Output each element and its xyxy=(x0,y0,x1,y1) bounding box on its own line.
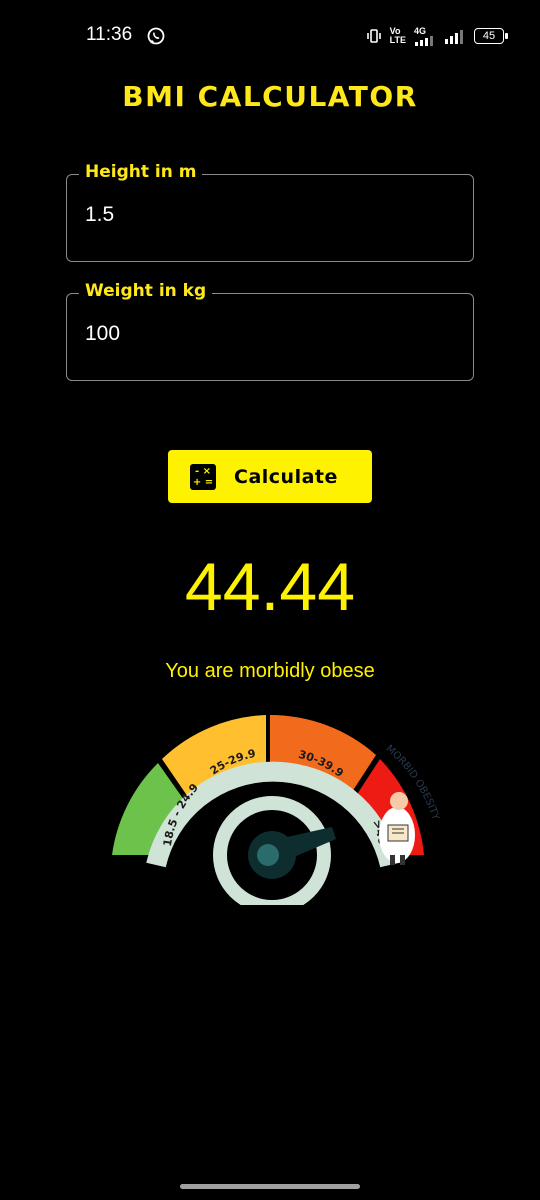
height-input[interactable] xyxy=(85,203,455,227)
height-field[interactable]: Height in m xyxy=(66,162,474,262)
calculator-icon: - × + = xyxy=(190,463,216,490)
calculate-button[interactable]: - × + = Calculate xyxy=(168,450,372,503)
home-indicator[interactable] xyxy=(180,1184,360,1189)
signal-bars-2-icon xyxy=(445,30,463,44)
height-field-label: Height in m xyxy=(79,162,203,182)
gauge-needle-hub xyxy=(257,844,279,866)
app-title: BMI CALCULATOR xyxy=(122,80,418,113)
weight-input[interactable] xyxy=(85,322,455,346)
battery-icon: 45 xyxy=(474,28,508,44)
system-icons: Vo LTE 4G 45 xyxy=(366,26,508,46)
weight-field-label: Weight in kg xyxy=(79,281,213,301)
calculate-button-label: Calculate xyxy=(234,465,338,488)
bmi-gauge: 18.5 - 24.9 25-29.9 30-39.9 >40 MORBID O… xyxy=(112,714,441,905)
signal-bars-icon xyxy=(415,35,433,46)
bmi-value: 44.44 xyxy=(184,549,356,625)
status-time: 11:36 xyxy=(86,24,133,45)
vibrate-icon xyxy=(366,29,381,43)
whatsapp-icon xyxy=(147,27,165,45)
volte-badge: Vo LTE xyxy=(389,26,406,45)
bmi-message: You are morbidly obese xyxy=(165,660,375,682)
status-bar: 11:36 Vo LTE 4G 45 xyxy=(0,0,540,72)
signal-4g: 4G xyxy=(414,26,436,46)
weight-field[interactable]: Weight in kg xyxy=(66,281,474,381)
